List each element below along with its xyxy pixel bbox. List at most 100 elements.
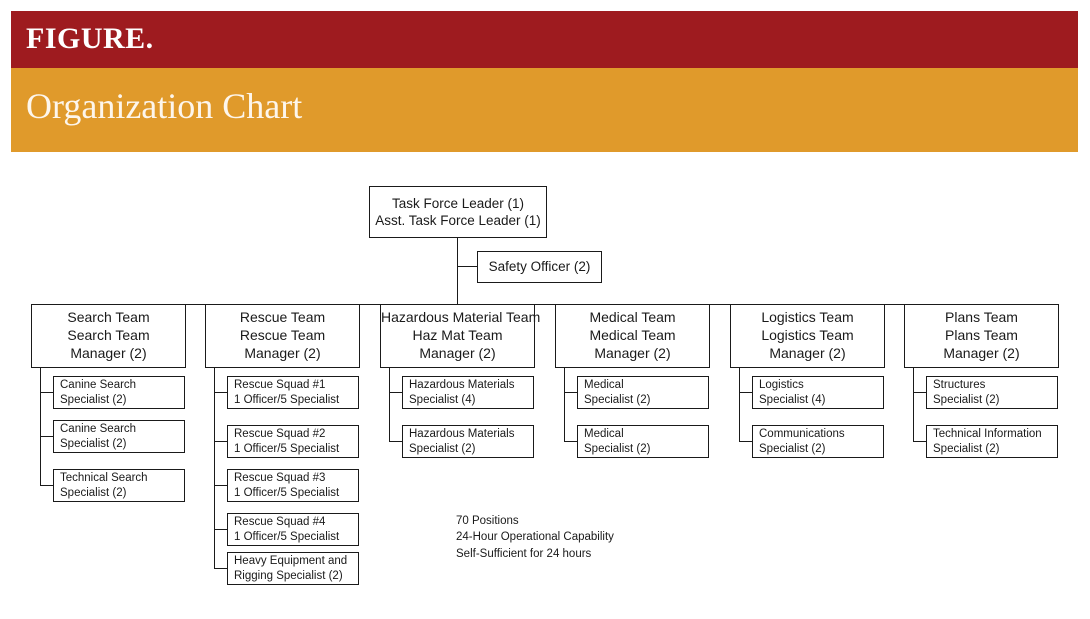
node-line-1: Canine Search (60, 422, 137, 435)
node-line-2: Specialist (4) (759, 393, 826, 406)
connector-child-stub-6-1 (913, 392, 926, 394)
connector-child-stub-5-1 (739, 392, 752, 394)
node-line-2: Specialist (2) (60, 393, 127, 406)
node-safety-officer: Safety Officer (2) (477, 251, 602, 283)
node-line-2: Logistics Team (761, 327, 854, 344)
node-line-1: Rescue Squad #3 (234, 471, 326, 484)
figure-label: FIGURE. (26, 22, 154, 55)
node-hazmat-child-1: Hazardous Materials Specialist (4) (402, 376, 534, 409)
node-line-1: Rescue Team (239, 309, 326, 326)
node-rescue-child-5: Heavy Equipment and Rigging Specialist (… (227, 552, 359, 585)
node-line-1: Hazardous Materials (409, 427, 515, 440)
connector-child-spine-3 (389, 368, 391, 441)
node-line-3: Manager (2) (70, 344, 147, 361)
node-line-2: Search Team (67, 327, 150, 344)
connector-child-stub-5-2 (739, 441, 752, 443)
node-line-2: Plans Team (945, 327, 1018, 344)
node-line-2: Asst. Task Force Leader (1) (375, 213, 541, 228)
node-line-2: Specialist (2) (933, 393, 1000, 406)
node-line-1: Communications (759, 427, 845, 440)
node-rescue-child-4: Rescue Squad #4 1 Officer/5 Specialist (227, 513, 359, 546)
connector-child-stub-1-3 (40, 485, 53, 487)
node-search-child-1: Canine Search Specialist (2) (53, 376, 185, 409)
page-title: Organization Chart (26, 86, 303, 126)
node-line-1: Hazardous Materials (409, 378, 515, 391)
connector-child-stub-2-4 (214, 529, 227, 531)
node-medical-child-2: Medical Specialist (2) (577, 425, 709, 458)
node-plans-child-1: Structures Specialist (2) (926, 376, 1058, 409)
node-line-2: Specialist (4) (409, 393, 476, 406)
node-line-3: Manager (2) (244, 344, 321, 361)
node-line-3: Manager (2) (943, 344, 1020, 361)
connector-child-spine-6 (913, 368, 915, 441)
node-line-1: Technical Information (933, 427, 1042, 440)
node-team-hazmat: Hazardous Material Team Haz Mat Team Man… (380, 304, 541, 368)
node-rescue-child-1: Rescue Squad #1 1 Officer/5 Specialist (227, 376, 359, 409)
node-line-2: Specialist (2) (584, 393, 651, 406)
node-line-1: Medical (584, 427, 624, 440)
node-line-2: Specialist (2) (60, 486, 127, 499)
node-line-2: Haz Mat Team (412, 327, 503, 344)
figure-banner-red: FIGURE. (11, 11, 1078, 68)
node-team-medical: Medical Team Medical Team Manager (2) (555, 304, 710, 368)
connector-child-stub-3-1 (389, 392, 402, 394)
node-team-rescue: Rescue Team Rescue Team Manager (2) (205, 304, 360, 368)
connector-child-spine-2 (214, 368, 216, 568)
node-line-1: Safety Officer (2) (488, 259, 591, 275)
node-medical-child-1: Medical Specialist (2) (577, 376, 709, 409)
node-line-2: 1 Officer/5 Specialist (234, 486, 340, 499)
node-line-2: Specialist (2) (60, 437, 127, 450)
node-search-child-2: Canine Search Specialist (2) (53, 420, 185, 453)
node-line-2: 1 Officer/5 Specialist (234, 442, 340, 455)
node-line-2: 1 Officer/5 Specialist (234, 530, 340, 543)
node-line-2: Specialist (2) (759, 442, 826, 455)
node-line-1: Logistics Team (761, 309, 854, 326)
connector-safety-stub (457, 266, 477, 268)
node-search-child-3: Technical Search Specialist (2) (53, 469, 185, 502)
node-line-1: Task Force Leader (1) (391, 195, 525, 211)
note-line-1: 70 Positions (456, 515, 519, 527)
node-line-2: Rigging Specialist (2) (234, 569, 343, 582)
node-line-2: Specialist (2) (409, 442, 476, 455)
node-line-1: Rescue Squad #1 (234, 378, 326, 391)
node-line-3: Manager (2) (769, 344, 846, 361)
node-logistics-child-2: Communications Specialist (2) (752, 425, 884, 458)
connector-child-stub-2-5 (214, 568, 227, 570)
connector-child-stub-2-3 (214, 485, 227, 487)
connector-child-stub-2-2 (214, 441, 227, 443)
node-line-2: Rescue Team (239, 327, 326, 344)
node-line-2: 1 Officer/5 Specialist (234, 393, 340, 406)
connector-child-spine-4 (564, 368, 566, 441)
connector-child-stub-3-2 (389, 441, 402, 443)
note-line-3: Self-Sufficient for 24 hours (456, 547, 592, 560)
node-line-1: Rescue Squad #4 (234, 515, 326, 528)
node-line-1: Medical (584, 378, 624, 391)
note-line-2: 24-Hour Operational Capability (456, 531, 614, 544)
node-line-1: Search Team (67, 309, 150, 326)
node-line-1: Technical Search (60, 471, 148, 484)
node-line-2: Medical Team (589, 327, 676, 344)
node-line-2: Specialist (2) (933, 442, 1000, 455)
node-line-1: Logistics (759, 378, 804, 391)
node-task-force-leader: Task Force Leader (1) Asst. Task Force L… (369, 186, 547, 238)
figure-banner-orange: Organization Chart (11, 68, 1078, 152)
node-plans-child-2: Technical Information Specialist (2) (926, 425, 1058, 458)
node-hazmat-child-2: Hazardous Materials Specialist (2) (402, 425, 534, 458)
node-logistics-child-1: Logistics Specialist (4) (752, 376, 884, 409)
node-line-3: Manager (2) (594, 344, 671, 361)
connector-root-spine (457, 238, 459, 305)
node-line-1: Hazardous Material Team (381, 309, 541, 326)
node-line-3: Manager (2) (419, 344, 496, 361)
node-line-1: Canine Search (60, 378, 137, 391)
node-line-1: Medical Team (589, 309, 676, 326)
node-team-logistics: Logistics Team Logistics Team Manager (2… (730, 304, 885, 368)
connector-child-stub-4-1 (564, 392, 577, 394)
connector-child-stub-1-1 (40, 392, 53, 394)
node-line-1: Heavy Equipment and (234, 554, 348, 567)
connector-child-stub-2-1 (214, 392, 227, 394)
node-line-1: Rescue Squad #2 (234, 427, 326, 440)
node-line-1: Structures (933, 378, 986, 391)
node-line-2: Specialist (2) (584, 442, 651, 455)
connector-child-stub-1-2 (40, 436, 53, 438)
node-line-1: Plans Team (945, 309, 1018, 326)
